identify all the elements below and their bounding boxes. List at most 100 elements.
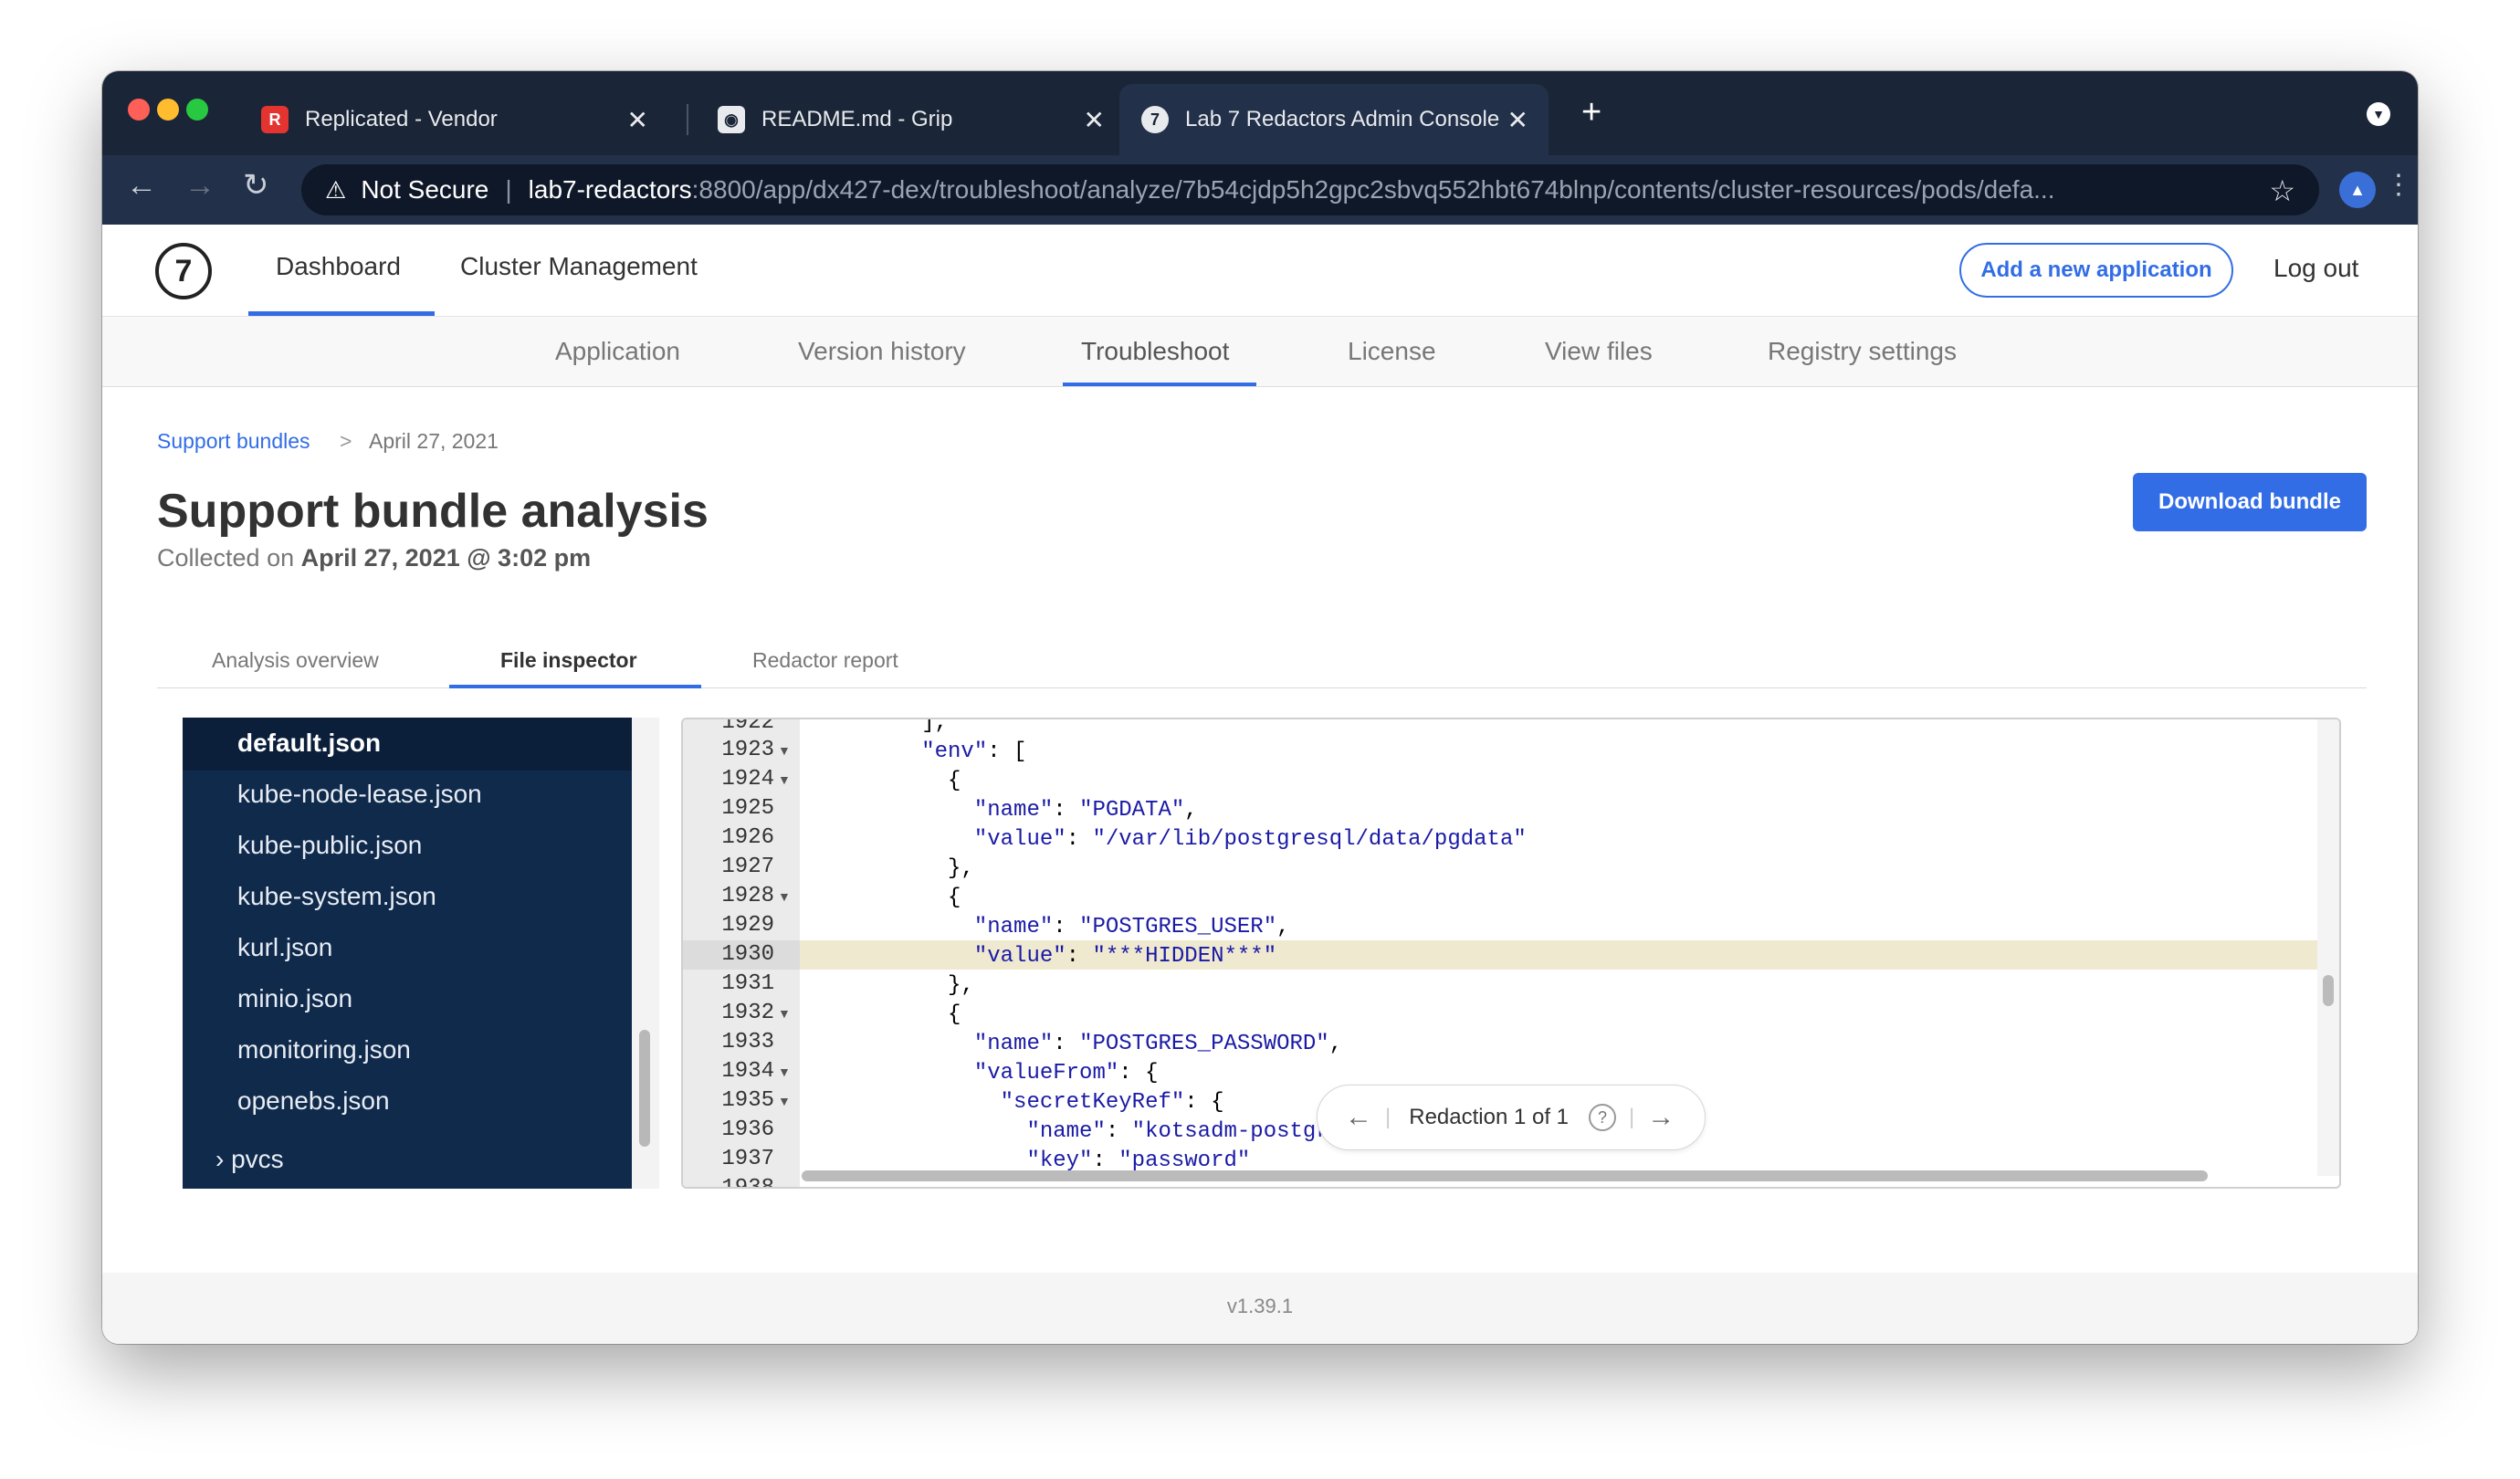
fold-toggle-icon[interactable]: ▼ (778, 1094, 791, 1108)
page-title: Support bundle analysis (157, 485, 709, 538)
tab-active-indicator (449, 685, 701, 688)
tab-file-inspector[interactable]: File inspector (500, 648, 637, 673)
breadcrumb-support-bundles[interactable]: Support bundles (157, 429, 310, 454)
next-redaction-icon[interactable]: → (1647, 1102, 1675, 1133)
help-icon[interactable]: ? (1589, 1104, 1617, 1131)
close-tab-icon[interactable]: ✕ (627, 108, 648, 133)
line-number: 1933 (721, 1030, 774, 1054)
download-bundle-button[interactable]: Download bundle (2133, 473, 2367, 531)
fold-toggle-icon[interactable]: ▼ (778, 1006, 791, 1021)
fold-toggle-icon[interactable]: ▼ (778, 889, 791, 904)
minimize-window-button[interactable] (157, 99, 179, 121)
close-window-button[interactable] (128, 99, 150, 121)
url-host: lab7-redactors (528, 175, 692, 204)
file-item[interactable]: kurl.json (237, 933, 332, 962)
editor-vertical-scrollbar[interactable] (2317, 719, 2339, 1176)
line-number: 1927 (721, 855, 774, 879)
replicated-logo-icon: R (261, 106, 289, 133)
line-number: 1938 (721, 1176, 774, 1189)
subnav-license[interactable]: License (1348, 337, 1436, 366)
browser-menu-icon[interactable]: ⋮ (2385, 172, 2412, 199)
code-line: }, (816, 856, 974, 881)
folder-item-pvcs[interactable]: › pvcs (215, 1145, 284, 1174)
subnav-version-history[interactable]: Version history (798, 337, 966, 366)
code-line: { (816, 886, 961, 910)
app-header: 7 Dashboard Cluster Management Add a new… (102, 225, 2418, 317)
breadcrumb-current: April 27, 2021 (369, 429, 499, 453)
nav-active-indicator (248, 311, 435, 316)
prev-redaction-icon[interactable]: ← (1345, 1102, 1372, 1133)
tab-analysis-overview[interactable]: Analysis overview (212, 648, 379, 673)
tab-divider (687, 104, 688, 135)
file-item[interactable]: minio.json (237, 984, 352, 1013)
editor-vertical-scroll-thumb[interactable] (2323, 975, 2334, 1006)
close-tab-icon[interactable]: ✕ (1507, 108, 1528, 133)
browser-tab-replicated[interactable]: R Replicated - Vendor ✕ (239, 84, 668, 155)
collected-date: April 27, 2021 @ 3:02 pm (300, 544, 592, 572)
profile-avatar[interactable]: ▲ (2339, 172, 2376, 208)
nav-cluster-management[interactable]: Cluster Management (460, 252, 698, 281)
line-number: 1935 (721, 1088, 774, 1113)
line-number: 1936 (721, 1117, 774, 1142)
code-line: "name": "PGDATA", (973, 798, 1198, 823)
browser-tab-readme[interactable]: ◉ README.md - Grip ✕ (696, 84, 1125, 155)
github-icon: ◉ (718, 106, 745, 133)
security-label[interactable]: Not Secure (361, 175, 488, 205)
file-item[interactable]: kube-node-lease.json (237, 780, 482, 809)
collected-info: Collected on April 27, 2021 @ 3:02 pm (157, 544, 591, 572)
subnav-view-files[interactable]: View files (1545, 337, 1653, 366)
file-tree-scroll-thumb[interactable] (639, 1030, 650, 1147)
url-separator: | (505, 175, 512, 204)
file-item[interactable]: kube-public.json (237, 831, 422, 860)
line-number: 1926 (721, 825, 774, 850)
version-label: v1.39.1 (1226, 1295, 1294, 1317)
browser-window: R Replicated - Vendor ✕ ◉ README.md - Gr… (102, 71, 2418, 1344)
add-application-button[interactable]: Add a new application (1959, 243, 2233, 298)
code-line: "name": "kotsadm-postgres", (1026, 1119, 1381, 1144)
tab-title: README.md - Grip (761, 107, 953, 131)
address-bar: ← → ↻ ⚠ Not Secure | lab7-redactors :880… (102, 155, 2418, 225)
code-line: "env": [ (921, 740, 1027, 764)
tab-title: Lab 7 Redactors Admin Console (1185, 107, 1500, 131)
redaction-navigator: ← | Redaction 1 of 1 ? | → (1317, 1085, 1706, 1150)
file-item[interactable]: openebs.json (237, 1086, 390, 1116)
code-line: "secretKeyRef": { (1000, 1090, 1224, 1115)
forward-icon[interactable]: → (184, 170, 215, 201)
reload-icon[interactable]: ↻ (243, 170, 269, 201)
file-item[interactable]: kube-system.json (237, 882, 436, 911)
tab-strip: R Replicated - Vendor ✕ ◉ README.md - Gr… (102, 71, 2418, 155)
code-line: }, (816, 973, 974, 998)
subnav-troubleshoot[interactable]: Troubleshoot (1081, 337, 1229, 366)
bookmark-star-icon[interactable]: ☆ (2269, 173, 2295, 208)
tab-title: Replicated - Vendor (305, 107, 498, 131)
code-line: "value": "/var/lib/postgresql/data/pgdat… (973, 827, 1527, 852)
fold-toggle-icon[interactable]: ▼ (778, 1065, 791, 1079)
nav-dashboard[interactable]: Dashboard (276, 252, 401, 281)
fold-toggle-icon[interactable]: ▼ (778, 772, 791, 787)
line-number: 1924 (721, 767, 774, 792)
close-tab-icon[interactable]: ✕ (1084, 108, 1105, 133)
editor-horizontal-scroll-thumb[interactable] (802, 1170, 2208, 1181)
file-item[interactable]: monitoring.json (237, 1035, 411, 1065)
subnav-application[interactable]: Application (555, 337, 680, 366)
code-line: "name": "POSTGRES_USER", (973, 915, 1290, 939)
app-logo[interactable]: 7 (155, 243, 212, 299)
subnav-registry-settings[interactable]: Registry settings (1768, 337, 1957, 366)
line-number: 1929 (721, 913, 774, 938)
logout-link[interactable]: Log out (2273, 254, 2358, 283)
url-field[interactable]: ⚠ Not Secure | lab7-redactors :8800/app/… (301, 164, 2319, 215)
maximize-window-button[interactable] (186, 99, 208, 121)
browser-tab-admin-console[interactable]: 7 Lab 7 Redactors Admin Console ✕ (1119, 84, 1549, 155)
app-subnav: Application Version history Troubleshoot… (102, 317, 2418, 387)
divider: | (1629, 1105, 1635, 1129)
code-line: "valueFrom": { (973, 1061, 1159, 1086)
new-tab-icon[interactable]: + (1581, 95, 1601, 130)
file-item-default-json[interactable]: default.json (237, 729, 381, 758)
tab-search-icon[interactable]: ▼ (2367, 102, 2390, 126)
tab-redactor-report[interactable]: Redactor report (752, 648, 898, 673)
code-line: ], (816, 718, 949, 735)
line-number: 1937 (721, 1147, 774, 1171)
fold-toggle-icon[interactable]: ▼ (778, 743, 791, 758)
back-icon[interactable]: ← (126, 170, 157, 201)
app-logo-icon: 7 (1141, 106, 1169, 133)
